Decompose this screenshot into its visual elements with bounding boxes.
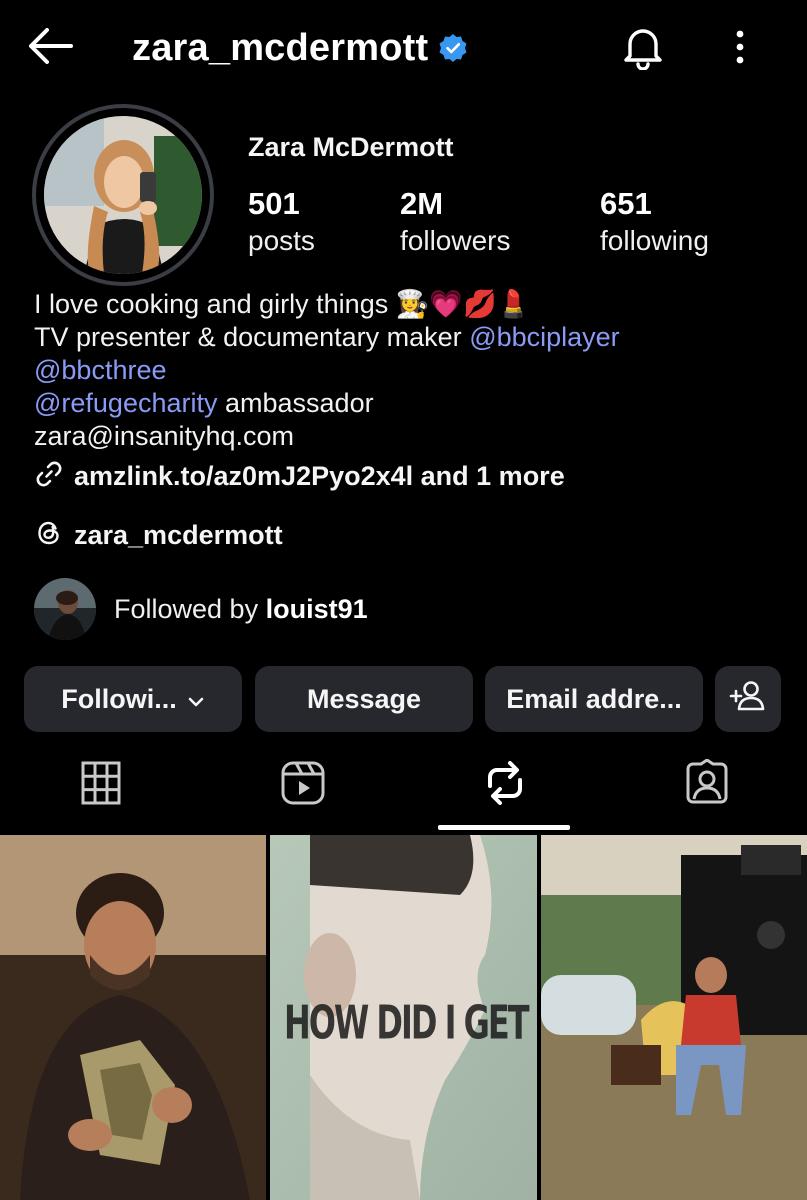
bio-text: TV presenter & documentary maker: [34, 322, 470, 352]
bio-email: zara@insanityhq.com: [34, 421, 295, 451]
following-label: following: [600, 225, 709, 256]
following-label: Followi...: [61, 683, 177, 714]
mutual-username: louist91: [265, 593, 368, 624]
notifications-button[interactable]: [616, 22, 670, 76]
bio-line-1: I love cooking and girly things 👩‍🍳💗💋💄: [34, 289, 531, 319]
bio-text: ambassador: [217, 388, 374, 418]
bio-line-4: @refugecharity ambassador: [34, 387, 774, 420]
followed-by[interactable]: Followed by louist91: [34, 578, 368, 640]
chevron-down-icon: [187, 684, 205, 715]
threads-username: zara_mcdermott: [74, 519, 283, 550]
bell-icon: [621, 24, 665, 75]
posts-grid: HOW DID I GET HERE?: [0, 835, 807, 1200]
profile-photo: [44, 116, 202, 274]
link-text: amzlink.to/az0mJ2Pyo2x4l and 1 more: [74, 460, 565, 491]
grid-post-3[interactable]: [541, 835, 807, 1200]
bio: I love cooking and girly things 👩‍🍳💗💋💄 T…: [34, 288, 774, 453]
email-label: Email addre...: [506, 683, 682, 714]
followers-stat[interactable]: 2M followers: [400, 186, 510, 260]
followed-by-text: Followed by louist91: [114, 594, 368, 625]
external-link[interactable]: amzlink.to/az0mJ2Pyo2x4l and 1 more: [34, 458, 565, 494]
more-vertical-icon: [734, 27, 746, 72]
display-name: Zara McDermott: [248, 132, 454, 162]
back-button[interactable]: [22, 24, 78, 72]
following-button[interactable]: Followi...: [24, 666, 242, 732]
tab-reposts[interactable]: [404, 742, 606, 828]
mention-bbcthree[interactable]: @bbcthree: [34, 355, 166, 385]
message-label: Message: [306, 683, 422, 714]
more-options-button[interactable]: [718, 22, 762, 76]
reels-icon: [280, 760, 326, 811]
tab-posts-grid[interactable]: [0, 742, 202, 828]
bio-line-2: TV presenter & documentary maker @bbcipl…: [34, 321, 774, 354]
threads-icon: [34, 518, 64, 553]
profile-tabs: [0, 742, 807, 832]
profile-avatar[interactable]: [32, 104, 214, 286]
posts-count: 501: [248, 186, 300, 221]
following-stat[interactable]: 651 following: [600, 186, 709, 260]
following-count: 651: [600, 186, 652, 221]
top-bar: zara_mcdermott: [0, 0, 807, 96]
mutual-follower-avatar: [34, 578, 96, 640]
message-button[interactable]: Message: [255, 666, 473, 732]
post-overlay-title: HOW DID I GET HERE?: [284, 995, 537, 1051]
arrow-left-icon: [25, 26, 75, 71]
grid-icon: [81, 761, 121, 810]
reposts-icon: [482, 760, 528, 811]
bio-line-3: @bbcthree: [34, 354, 774, 387]
suggested-accounts-button[interactable]: [715, 666, 781, 732]
threads-badge[interactable]: zara_mcdermott: [34, 517, 283, 553]
tab-reels[interactable]: [202, 742, 404, 828]
profile-title: zara_mcdermott: [132, 22, 468, 74]
email-button[interactable]: Email addre...: [485, 666, 703, 732]
active-tab-indicator: [438, 825, 570, 830]
tagged-icon: [683, 758, 731, 812]
posts-label: posts: [248, 225, 315, 256]
grid-post-2[interactable]: HOW DID I GET HERE?: [270, 835, 537, 1200]
mention-refugecharity[interactable]: @refugecharity: [34, 388, 218, 418]
verified-badge-icon: [438, 33, 468, 63]
username-title: zara_mcdermott: [132, 26, 429, 69]
tab-tagged[interactable]: [606, 742, 807, 828]
add-person-icon: [729, 679, 767, 720]
grid-post-1[interactable]: [0, 835, 266, 1200]
mention-bbciplayer[interactable]: @bbciplayer: [469, 322, 619, 352]
link-icon: [34, 459, 64, 494]
followers-label: followers: [400, 225, 511, 256]
followed-by-prefix: Followed by: [114, 593, 266, 624]
posts-stat[interactable]: 501 posts: [248, 186, 315, 260]
followers-count: 2M: [400, 186, 444, 221]
